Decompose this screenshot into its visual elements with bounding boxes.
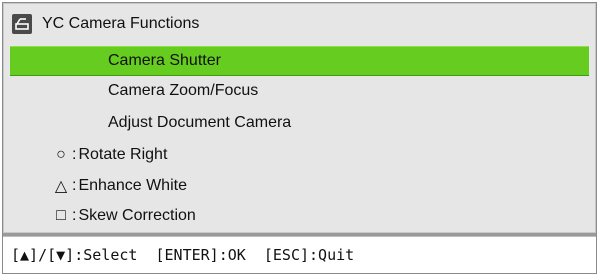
camera-document-icon bbox=[12, 14, 32, 34]
menu-title: YC Camera Functions bbox=[42, 15, 200, 32]
square-icon: □ bbox=[56, 207, 66, 224]
menu-title-row: YC Camera Functions bbox=[12, 12, 199, 36]
menu-item-camera-shutter[interactable]: Camera Shutter bbox=[10, 46, 589, 76]
shortcut-skew-correction[interactable]: □ : Skew Correction bbox=[14, 201, 585, 231]
camera-document-icon-graphic bbox=[15, 18, 29, 30]
menu-item-label: Camera Zoom/Focus bbox=[108, 82, 259, 99]
circle-icon: ○ bbox=[56, 146, 66, 163]
shortcut-label: Skew Correction bbox=[78, 207, 196, 224]
shortcut-separator: : bbox=[72, 207, 77, 224]
shortcut-enhance-white[interactable]: △ : Enhance White bbox=[14, 171, 585, 201]
key-hint-text: [▲]/[▼]:Select [ENTER]:OK [ESC]:Quit bbox=[11, 245, 355, 264]
shortcut-separator: : bbox=[72, 146, 77, 163]
menu-panel: YC Camera Functions Camera Shutter Camer… bbox=[3, 3, 596, 233]
shortcut-rotate-right[interactable]: ○ : Rotate Right bbox=[14, 140, 585, 170]
menu-item-label: Camera Shutter bbox=[108, 52, 221, 69]
shortcut-label: Rotate Right bbox=[78, 146, 168, 163]
shortcut-label: Enhance White bbox=[78, 177, 187, 194]
shortcut-separator: : bbox=[72, 177, 77, 194]
menu-item-label: Adjust Document Camera bbox=[108, 114, 292, 131]
triangle-icon: △ bbox=[54, 178, 68, 195]
key-hint-bar: [▲]/[▼]:Select [ENTER]:OK [ESC]:Quit bbox=[3, 236, 596, 272]
menu-item-adjust-document-camera[interactable]: Adjust Document Camera bbox=[14, 108, 585, 138]
menu-item-camera-zoom-focus[interactable]: Camera Zoom/Focus bbox=[14, 76, 585, 106]
